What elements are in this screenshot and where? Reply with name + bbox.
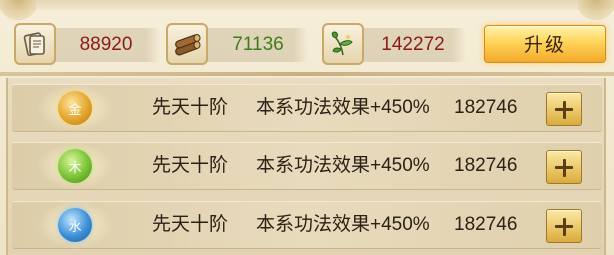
- metal-element-icon: 金: [58, 91, 92, 125]
- effect-label: 本系功法效果+450%: [256, 214, 430, 235]
- element-label: 木: [68, 160, 82, 176]
- resource-value-1: 88920: [79, 34, 133, 55]
- list-item: 木 先天十阶 本系功法效果+450% 182746: [12, 142, 602, 190]
- resource-value-3: 142272: [381, 34, 445, 55]
- cost-value: 182746: [454, 214, 518, 235]
- divider: [0, 72, 614, 76]
- cost-value: 182746: [454, 155, 518, 176]
- water-element-icon: 水: [58, 208, 92, 242]
- rank-label: 先天十阶: [152, 155, 229, 176]
- rank-label: 先天十阶: [152, 97, 229, 118]
- element-label: 水: [68, 219, 82, 235]
- add-button[interactable]: [546, 150, 582, 184]
- element-label: 金: [68, 102, 82, 118]
- add-button[interactable]: [546, 209, 582, 243]
- upgrade-button[interactable]: 升级: [484, 25, 606, 63]
- resource-value-2: 71136: [232, 34, 284, 55]
- list-item: 水 先天十阶 本系功法效果+450% 182746: [12, 201, 602, 249]
- scroll-icon: [14, 23, 56, 65]
- effect-label: 本系功法效果+450%: [256, 155, 430, 176]
- rank-label: 先天十阶: [152, 214, 229, 235]
- add-button[interactable]: [546, 92, 582, 126]
- list-item: 金 先天十阶 本系功法效果+450% 182746: [12, 84, 602, 132]
- wood-logs-icon: [166, 23, 208, 65]
- wood-element-icon: 木: [58, 149, 92, 183]
- cost-value: 182746: [454, 97, 518, 118]
- effect-label: 本系功法效果+450%: [256, 97, 430, 118]
- herb-leaf-icon: [322, 23, 364, 65]
- top-border: [0, 0, 614, 10]
